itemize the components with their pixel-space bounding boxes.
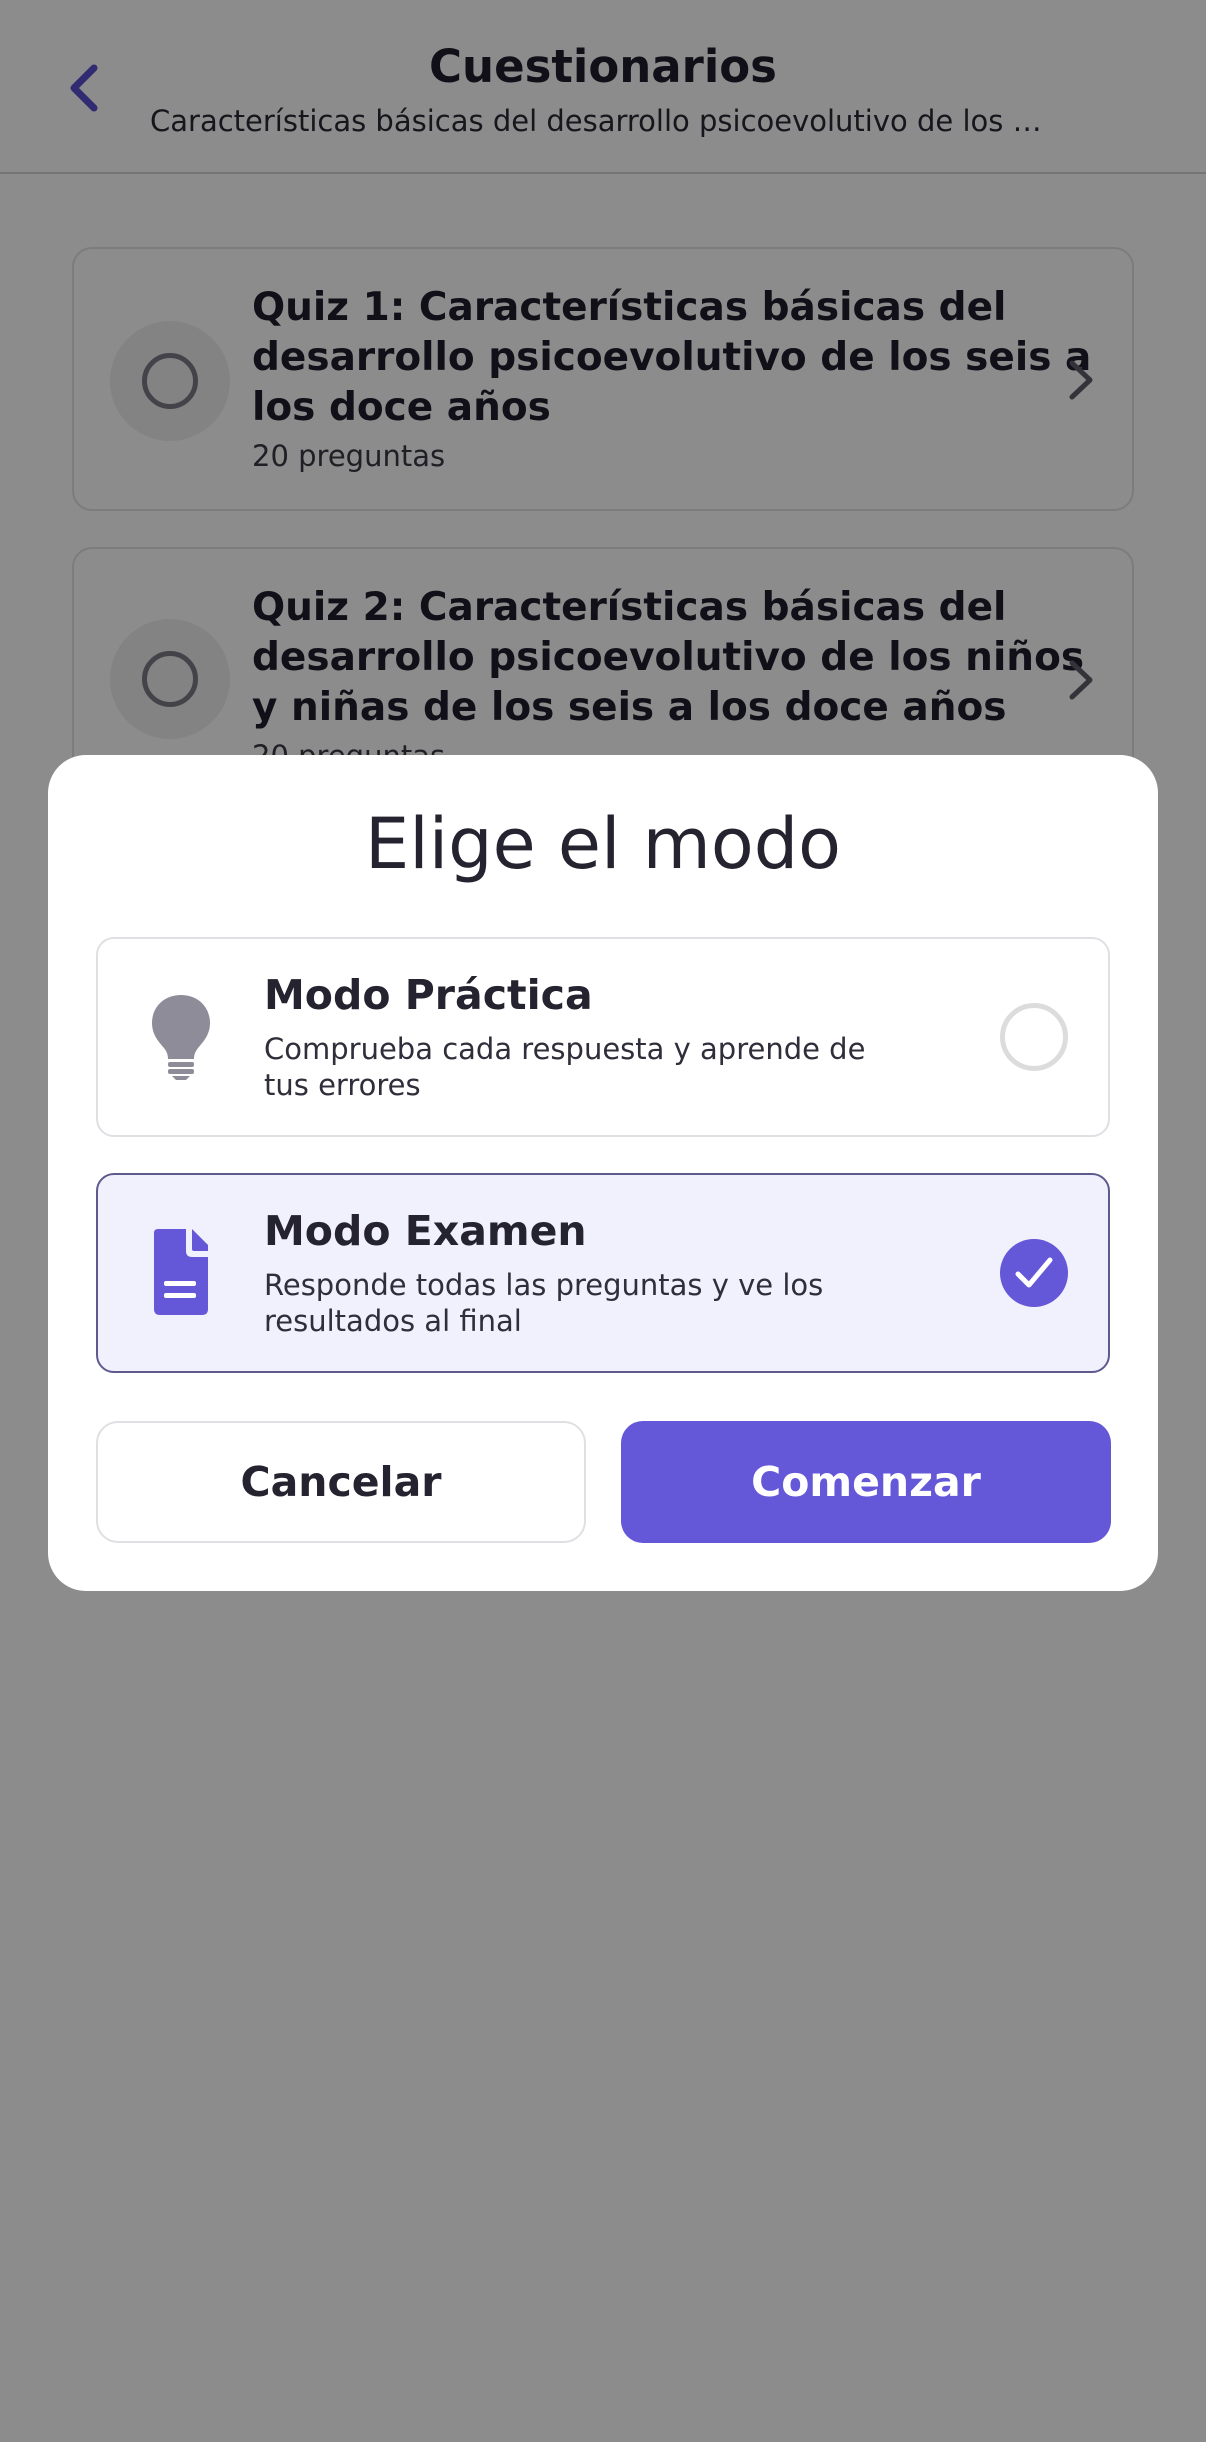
dialog-title: Elige el modo [365, 803, 841, 885]
exam-mode-option[interactable]: Modo Examen Responde todas las preguntas… [96, 1173, 1110, 1373]
practice-mode-description: Comprueba cada respuesta y aprende de tu… [264, 1032, 866, 1102]
exam-mode-description: Responde todas las preguntas y ve los re… [264, 1268, 824, 1338]
lightbulb-icon [152, 995, 210, 1080]
practice-radio[interactable] [1000, 1003, 1068, 1071]
cancel-button[interactable]: Cancelar [96, 1421, 586, 1543]
mode-selection-dialog: Elige el modo Modo Práctica Comprueba ca… [48, 755, 1158, 1591]
checkmark-icon [1015, 1257, 1053, 1288]
document-icon [154, 1229, 208, 1315]
exam-mode-name: Modo Examen [264, 1207, 587, 1255]
start-button[interactable]: Comenzar [621, 1421, 1111, 1543]
practice-mode-option[interactable]: Modo Práctica Comprueba cada respuesta y… [96, 937, 1110, 1137]
practice-mode-name: Modo Práctica [264, 971, 593, 1019]
exam-radio-checked[interactable] [1000, 1239, 1068, 1307]
